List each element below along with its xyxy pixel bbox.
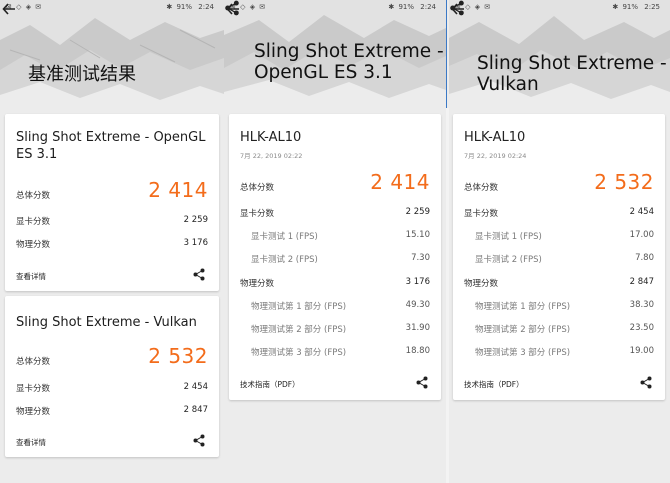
snowy-landscape-banner — [0, 0, 224, 118]
status-bar: ⊠ ◇ ◈ ✉ ✱ 91% 2:24 — [0, 0, 224, 14]
battery-level: 91% — [398, 3, 415, 11]
run-date: 7月 22, 2019 02:24 — [464, 152, 527, 160]
physics-test-3-label: 物理测试第 3 部分 (FPS) — [251, 348, 347, 358]
battery-level: 91% — [622, 3, 639, 11]
back-arrow-icon[interactable] — [0, 0, 18, 18]
total-score-value: 2 414 — [148, 178, 208, 202]
card-title: Sling Shot Extreme - Vulkan — [16, 315, 197, 330]
share-icon[interactable] — [193, 434, 205, 447]
result-card-opengl[interactable]: Sling Shot Extreme - OpenGL ES 3.1 总体分数 … — [5, 114, 219, 291]
vulkan-detail-screen: ⊠ ◇ ◈ ✉ ✱ 91% 2:25 Sling Shot Extreme - … — [449, 0, 670, 483]
graphics-score-value: 2 454 — [183, 382, 208, 392]
graphics-test-1-label: 显卡测试 1 (FPS) — [475, 232, 542, 242]
graphics-test-2-value: 7.80 — [635, 253, 654, 263]
graphics-score-label: 显卡分数 — [464, 209, 499, 219]
clock: 2:24 — [198, 3, 214, 11]
physics-test-2-value: 23.50 — [629, 323, 654, 333]
physics-score-label: 物理分数 — [240, 279, 275, 289]
physics-test-1-label: 物理测试第 1 部分 (FPS) — [251, 302, 347, 312]
total-score-label: 总体分数 — [464, 183, 499, 193]
hero-banner: ⊠ ◇ ◈ ✉ ✱ 91% 2:25 Sling Shot Extreme - … — [449, 0, 670, 118]
share-icon[interactable] — [416, 376, 428, 389]
share-icon[interactable] — [224, 0, 240, 16]
physics-test-3-value: 19.00 — [629, 346, 654, 356]
clock: 2:25 — [644, 3, 660, 11]
graphics-test-1-value: 15.10 — [405, 230, 430, 240]
detail-card: HLK-AL10 7月 22, 2019 02:22 总体分数 2 414 显卡… — [229, 114, 441, 400]
total-score-value: 2 532 — [594, 170, 654, 194]
battery-level: 91% — [176, 3, 193, 11]
graphics-score-value: 2 454 — [629, 207, 654, 217]
detail-card: HLK-AL10 7月 22, 2019 02:24 总体分数 2 532 显卡… — [453, 114, 665, 400]
benchmark-title: Sling Shot Extreme - Vulkan — [477, 53, 667, 96]
run-date: 7月 22, 2019 02:22 — [240, 152, 303, 160]
share-icon[interactable] — [640, 376, 652, 389]
graphics-score-value: 2 259 — [183, 215, 208, 225]
clock: 2:24 — [420, 3, 436, 11]
status-bar: ⊠ ◇ ◈ ✉ ✱ 91% 2:24 — [224, 0, 446, 14]
physics-test-1-value: 38.30 — [629, 300, 654, 310]
physics-score-label: 物理分数 — [16, 407, 51, 417]
view-details-link[interactable]: 查看详情 — [16, 437, 46, 448]
physics-test-3-label: 物理测试第 3 部分 (FPS) — [475, 348, 571, 358]
physics-test-1-value: 49.30 — [405, 300, 430, 310]
result-card-vulkan[interactable]: Sling Shot Extreme - Vulkan 总体分数 2 532 显… — [5, 296, 219, 457]
physics-score-label: 物理分数 — [16, 240, 51, 250]
physics-score-value: 2 847 — [629, 277, 654, 287]
physics-test-2-value: 31.90 — [405, 323, 430, 333]
view-details-link[interactable]: 查看详情 — [16, 271, 46, 282]
physics-test-2-label: 物理测试第 2 部分 (FPS) — [475, 325, 571, 335]
graphics-test-2-value: 7.30 — [411, 253, 430, 263]
graphics-score-label: 显卡分数 — [240, 209, 275, 219]
benchmark-title: Sling Shot Extreme - OpenGL ES 3.1 — [254, 41, 444, 84]
page-title: 基准测试结果 — [28, 64, 136, 85]
total-score-value: 2 414 — [370, 170, 430, 194]
bluetooth-icon: ✱ — [612, 3, 619, 11]
tech-guide-link[interactable]: 技术指南（PDF） — [464, 379, 524, 390]
physics-score-label: 物理分数 — [464, 279, 499, 289]
tech-guide-link[interactable]: 技术指南（PDF） — [240, 379, 300, 390]
physics-score-value: 3 176 — [405, 277, 430, 287]
physics-test-1-label: 物理测试第 1 部分 (FPS) — [475, 302, 571, 312]
graphics-score-label: 显卡分数 — [16, 384, 51, 394]
panel-divider — [446, 0, 447, 108]
graphics-test-1-value: 17.00 — [629, 230, 654, 240]
graphics-test-2-label: 显卡测试 2 (FPS) — [475, 255, 542, 265]
results-list-screen: ⊠ ◇ ◈ ✉ ✱ 91% 2:24 基准测试结果 Sling Shot Ext… — [0, 0, 224, 483]
total-score-value: 2 532 — [148, 344, 208, 368]
physics-score-value: 3 176 — [183, 238, 208, 248]
bluetooth-icon: ✱ — [388, 3, 395, 11]
graphics-score-label: 显卡分数 — [16, 217, 51, 227]
graphics-test-1-label: 显卡测试 1 (FPS) — [251, 232, 318, 242]
physics-test-2-label: 物理测试第 2 部分 (FPS) — [251, 325, 347, 335]
total-score-label: 总体分数 — [240, 183, 275, 193]
device-name: HLK-AL10 — [464, 130, 526, 145]
physics-test-3-value: 18.80 — [405, 346, 430, 356]
card-title: Sling Shot Extreme - OpenGL ES 3.1 — [16, 130, 206, 162]
share-icon[interactable] — [449, 0, 465, 16]
graphics-score-value: 2 259 — [405, 207, 430, 217]
total-score-label: 总体分数 — [16, 191, 51, 201]
hero-banner: ⊠ ◇ ◈ ✉ ✱ 91% 2:24 基准测试结果 — [0, 0, 224, 118]
opengl-detail-screen: ⊠ ◇ ◈ ✉ ✱ 91% 2:24 Sling Shot Extreme - … — [224, 0, 446, 483]
device-name: HLK-AL10 — [240, 130, 302, 145]
hero-banner: ⊠ ◇ ◈ ✉ ✱ 91% 2:24 Sling Shot Extreme - … — [224, 0, 446, 118]
total-score-label: 总体分数 — [16, 357, 51, 367]
share-icon[interactable] — [193, 268, 205, 281]
physics-score-value: 2 847 — [183, 405, 208, 415]
graphics-test-2-label: 显卡测试 2 (FPS) — [251, 255, 318, 265]
bluetooth-icon: ✱ — [166, 3, 173, 11]
status-bar: ⊠ ◇ ◈ ✉ ✱ 91% 2:25 — [449, 0, 670, 14]
